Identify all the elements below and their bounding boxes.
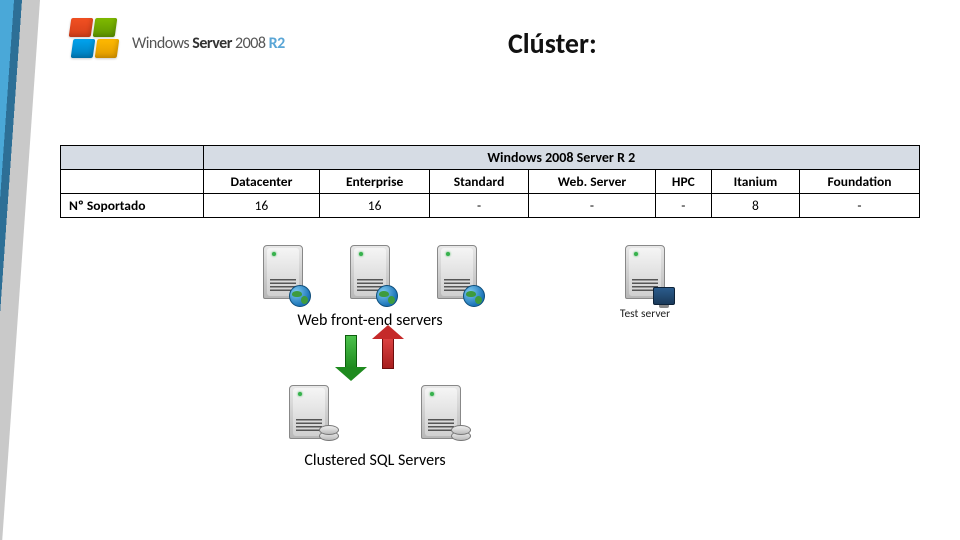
slide-side-accent — [0, 0, 40, 540]
globe-icon — [376, 285, 398, 307]
table-row: Nº Soportado 16 16 - - - 8 - — [61, 194, 920, 218]
logo-suffix: R2 — [269, 34, 285, 53]
globe-icon — [289, 285, 311, 307]
globe-icon — [463, 285, 485, 307]
cell-hpc: - — [655, 194, 711, 218]
cell-itanium: 8 — [711, 194, 799, 218]
col-webserver: Web. Server — [529, 170, 656, 194]
monitor-icon — [653, 287, 675, 305]
slide-title: Clúster: — [285, 26, 920, 61]
col-enterprise: Enterprise — [320, 170, 430, 194]
database-disk-icon — [451, 425, 471, 445]
cell-datacenter: 16 — [203, 194, 320, 218]
col-itanium: Itanium — [711, 170, 799, 194]
table-super-header: Windows 2008 Server R 2 — [203, 146, 919, 170]
server-tower-icon — [417, 385, 465, 443]
server-tower-icon — [621, 245, 669, 303]
row-label: Nº Soportado — [61, 194, 204, 218]
server-tower-icon — [433, 245, 481, 303]
cell-foundation: - — [800, 194, 920, 218]
logo-text: Windows Server 2008 R2 — [132, 34, 285, 53]
database-disk-icon — [319, 425, 339, 445]
sql-cluster-label: Clustered SQL Servers — [260, 451, 490, 470]
arrow-down-icon — [335, 325, 367, 381]
windows-flag-icon — [70, 18, 118, 60]
server-tower-icon — [346, 245, 394, 303]
col-datacenter: Datacenter — [203, 170, 320, 194]
col-foundation: Foundation — [800, 170, 920, 194]
cluster-support-table: Windows 2008 Server R 2 Datacenter Enter… — [60, 145, 920, 218]
arrow-up-icon — [372, 325, 404, 381]
logo-brand: Windows — [132, 34, 189, 53]
col-standard: Standard — [429, 170, 528, 194]
logo-product: Server — [192, 34, 232, 53]
server-tower-icon — [285, 385, 333, 443]
cluster-topology-diagram: Web front-end servers Clustered SQL Serv… — [220, 245, 750, 495]
windows-server-logo — [60, 18, 128, 68]
table-header-empty — [61, 170, 204, 194]
cell-enterprise: 16 — [320, 194, 430, 218]
server-tower-icon — [259, 245, 307, 303]
test-server-group: Test server — [590, 245, 700, 321]
sql-cluster-group: Clustered SQL Servers — [260, 385, 490, 470]
test-server-label: Test server — [590, 307, 700, 321]
web-frontend-label: Web front-end servers — [250, 311, 490, 330]
cell-webserver: - — [529, 194, 656, 218]
slide-header: Windows Server 2008 R2 Clúster: — [60, 18, 920, 68]
logo-year: 2008 — [235, 34, 265, 53]
table-corner-empty — [61, 146, 204, 170]
col-hpc: HPC — [655, 170, 711, 194]
web-frontend-group: Web front-end servers — [250, 245, 490, 330]
cell-standard: - — [429, 194, 528, 218]
